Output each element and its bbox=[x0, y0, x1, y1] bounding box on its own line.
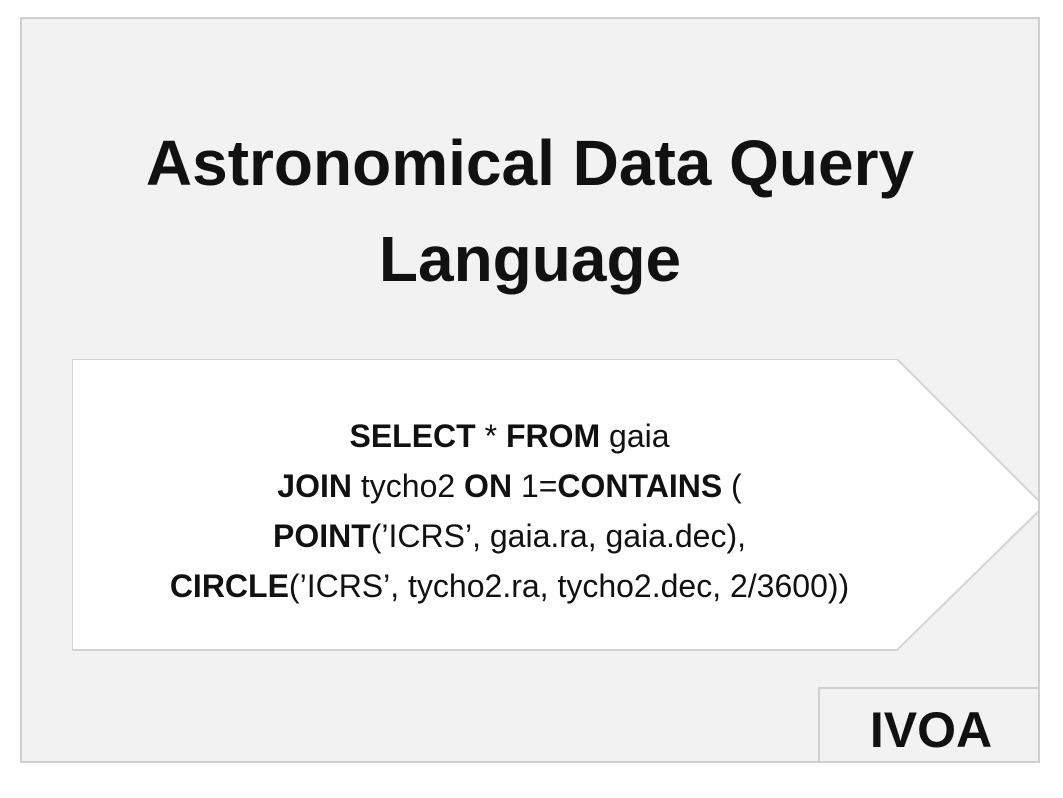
keyword-circle: CIRCLE bbox=[169, 568, 289, 604]
query-text: 1= bbox=[512, 468, 558, 504]
query-text: tycho2 bbox=[351, 468, 465, 504]
keyword-point: POINT bbox=[272, 518, 371, 554]
query-text: (’ICRS’, tycho2.ra, tycho2.dec, 2/3600)) bbox=[288, 568, 850, 604]
query-text: gaia bbox=[600, 418, 670, 454]
query-text: (’ICRS’, gaia.ra, gaia.dec), bbox=[370, 518, 747, 554]
title-line-1: Astronomical Data Query bbox=[145, 127, 915, 199]
keyword-select: SELECT bbox=[349, 418, 476, 454]
query-line-3: POINT(’ICRS’, gaia.ra, gaia.dec), bbox=[72, 511, 947, 561]
query-arrow: SELECT * FROM gaia JOIN tycho2 ON 1=CONT… bbox=[72, 359, 1038, 654]
keyword-from: FROM bbox=[505, 418, 601, 454]
keyword-join: JOIN bbox=[277, 468, 352, 504]
keyword-on: ON bbox=[464, 468, 513, 504]
query-line-4: CIRCLE(’ICRS’, tycho2.ra, tycho2.dec, 2/… bbox=[72, 561, 947, 611]
query-line-1: SELECT * FROM gaia bbox=[72, 411, 947, 461]
keyword-contains: CONTAINS bbox=[557, 468, 723, 504]
query-line-2: JOIN tycho2 ON 1=CONTAINS ( bbox=[72, 461, 947, 511]
title-line-2: Language bbox=[378, 223, 682, 295]
diagram-title: Astronomical Data Query Language bbox=[22, 115, 1038, 307]
query-text: * bbox=[475, 418, 506, 454]
adql-card: Astronomical Data Query Language SELECT … bbox=[20, 17, 1040, 763]
ivoa-badge: IVOA bbox=[818, 687, 1038, 761]
query-text: ( bbox=[722, 468, 742, 504]
ivoa-label: IVOA bbox=[869, 702, 993, 758]
adql-query-text: SELECT * FROM gaia JOIN tycho2 ON 1=CONT… bbox=[72, 411, 947, 611]
